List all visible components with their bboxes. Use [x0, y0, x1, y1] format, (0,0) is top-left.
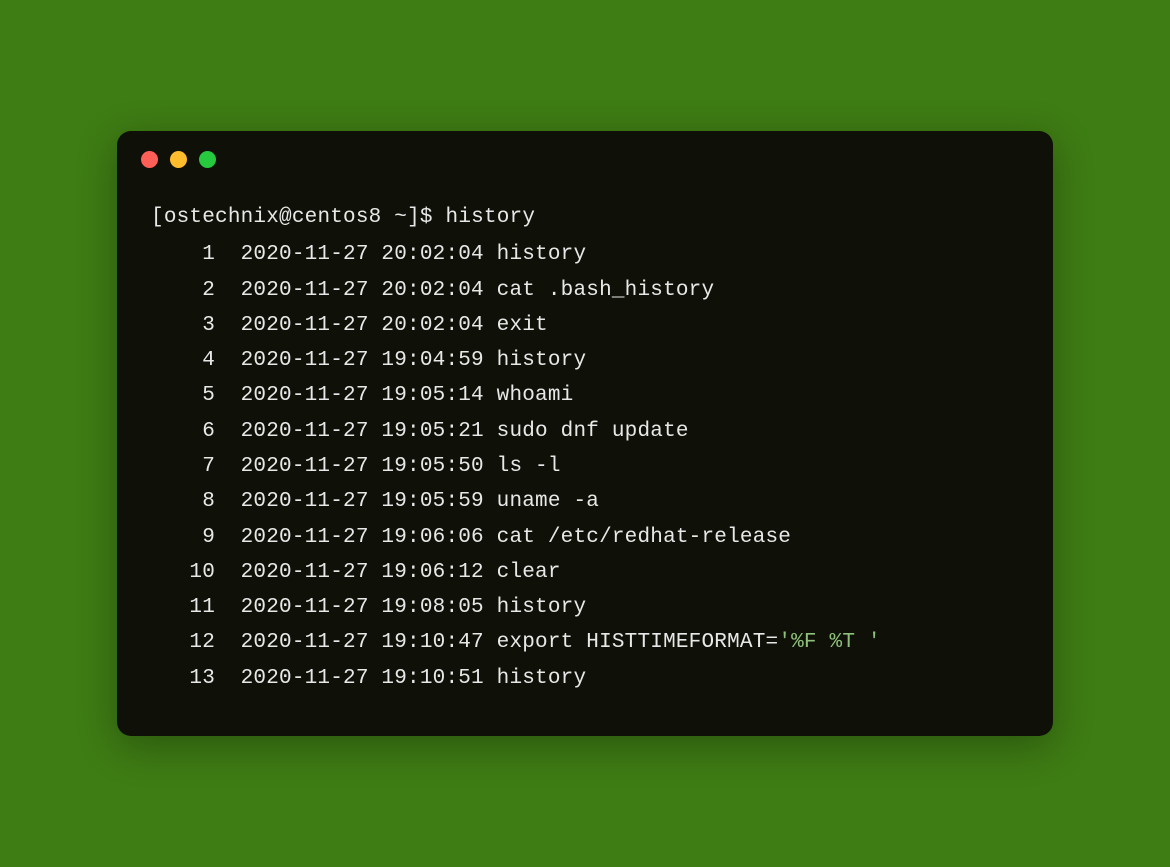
quoted-string: '%F %T ' [778, 631, 880, 654]
terminal-window: [ostechnix@centos8 ~]$ history 1 2020-11… [117, 131, 1053, 736]
history-line: 9 2020-11-27 19:06:06 cat /etc/redhat-re… [151, 520, 1019, 555]
prompt-host: centos8 [292, 206, 382, 229]
history-line: 8 2020-11-27 19:05:59 uname -a [151, 484, 1019, 519]
prompt-command: history [446, 206, 536, 229]
history-line: 13 2020-11-27 19:10:51 history [151, 661, 1019, 696]
history-line: 5 2020-11-27 19:05:14 whoami [151, 378, 1019, 413]
history-output: 1 2020-11-27 20:02:04 history 2 2020-11-… [151, 237, 1019, 695]
history-line: 10 2020-11-27 19:06:12 clear [151, 555, 1019, 590]
history-line: 3 2020-11-27 20:02:04 exit [151, 308, 1019, 343]
prompt-symbol: $ [420, 206, 433, 229]
maximize-icon[interactable] [199, 151, 216, 168]
history-line: 11 2020-11-27 19:08:05 history [151, 590, 1019, 625]
close-icon[interactable] [141, 151, 158, 168]
terminal-body[interactable]: [ostechnix@centos8 ~]$ history 1 2020-11… [117, 176, 1053, 736]
history-line: 12 2020-11-27 19:10:47 export HISTTIMEFO… [151, 625, 1019, 660]
prompt-path: ~ [394, 206, 407, 229]
minimize-icon[interactable] [170, 151, 187, 168]
history-line: 6 2020-11-27 19:05:21 sudo dnf update [151, 414, 1019, 449]
titlebar [117, 131, 1053, 176]
history-line: 4 2020-11-27 19:04:59 history [151, 343, 1019, 378]
prompt-line: [ostechnix@centos8 ~]$ history [151, 200, 1019, 235]
history-line: 1 2020-11-27 20:02:04 history [151, 237, 1019, 272]
history-line: 7 2020-11-27 19:05:50 ls -l [151, 449, 1019, 484]
history-line: 2 2020-11-27 20:02:04 cat .bash_history [151, 273, 1019, 308]
prompt-user: ostechnix [164, 206, 279, 229]
